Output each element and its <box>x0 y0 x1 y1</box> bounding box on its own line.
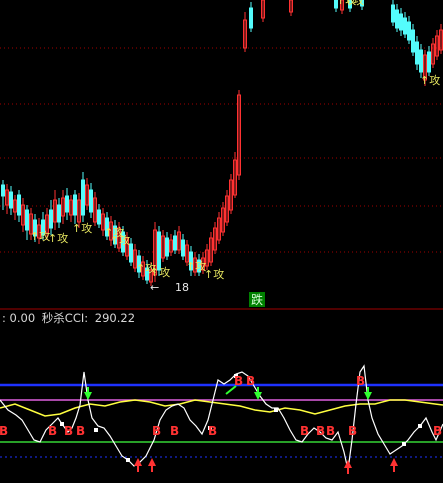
attack-signal-label: ↑攻 <box>150 265 170 279</box>
cci-marker <box>418 424 422 428</box>
candle-body <box>415 41 419 65</box>
buy-b-label: B <box>64 424 73 438</box>
buy-b-label: B <box>300 424 309 438</box>
candle-body <box>9 191 13 209</box>
diagonal-arrow-icon <box>225 385 237 395</box>
buy-b-label: B <box>170 424 179 438</box>
attack-signal-label: ↑攻 <box>48 231 68 245</box>
attack-signal-label: ↑攻 <box>204 267 224 281</box>
fall-badge: 跌 <box>249 292 265 307</box>
buy-b-label: B <box>433 424 442 438</box>
min-price-label: 18 <box>175 281 189 294</box>
min-price-arrow-icon: ← <box>150 281 159 294</box>
cci-marker <box>402 442 406 446</box>
up-arrow-icon <box>148 458 156 466</box>
indicator-name: 秒杀CCI: <box>41 311 89 325</box>
attack-signal-label: ↑攻 <box>344 0 364 7</box>
buy-b-label: B <box>348 424 357 438</box>
indicator-value: 290.22 <box>94 311 136 325</box>
cci-marker <box>94 428 98 432</box>
candle-body <box>1 184 5 197</box>
down-arrow-icon <box>84 392 92 400</box>
down-arrow-icon <box>364 392 372 400</box>
attack-signal-label: ↑攻 <box>110 233 130 247</box>
buy-b-label: B <box>76 424 85 438</box>
buy-b-label: B <box>208 424 217 438</box>
candle-body <box>399 13 403 31</box>
candle-body <box>73 194 77 216</box>
candle-body <box>17 194 21 216</box>
cci-white-line <box>0 364 443 471</box>
candle-body <box>173 235 177 251</box>
candle-body <box>411 29 415 53</box>
cci-marker <box>274 408 278 412</box>
candle-body <box>181 239 185 257</box>
candle-body <box>249 7 253 29</box>
candle-body <box>65 195 69 213</box>
buy-b-label: B <box>246 374 255 388</box>
attack-signal-label: ↑攻 <box>420 73 440 87</box>
stock-chart[interactable]: ↑攻↑攻↑攻 ↑攻↑攻↑攻↑攻 ↑攻↑攻↑攻↑攻↑攻 18 ← 跌 B B B B B B BB… <box>0 0 443 483</box>
attack-signal-label: ↑攻 <box>72 221 92 235</box>
candle-body <box>407 21 411 41</box>
candle-body <box>165 237 169 257</box>
buy-b-label: B <box>152 424 161 438</box>
candle-body <box>157 231 161 271</box>
yellow-signal-line <box>0 399 443 417</box>
candle-body <box>97 209 101 225</box>
up-arrow-icon <box>344 460 352 468</box>
buy-b-label: B <box>0 424 8 438</box>
up-arrow-icon <box>390 458 398 466</box>
info-prefix: : 0.00 <box>2 311 36 325</box>
candle-body <box>395 9 399 29</box>
down-arrow-icon <box>254 392 262 400</box>
candle-body <box>419 49 423 73</box>
indicator-panel[interactable]: B B B B B B BB BB B B BBB <box>0 364 443 474</box>
candle-body <box>89 189 93 213</box>
candle-body <box>427 51 431 73</box>
candle-body <box>57 204 61 223</box>
candle-body <box>81 179 85 216</box>
candle-body <box>391 4 395 23</box>
buy-b-label: B <box>316 424 325 438</box>
buy-b-label: B <box>326 424 335 438</box>
indicator-info-bar: : 0.00 秒杀CCI: 290.22 <box>2 311 138 325</box>
candle-body <box>403 17 407 35</box>
candle-body <box>49 209 53 229</box>
buy-b-label: B <box>48 424 57 438</box>
attack-signal-labels: ↑攻↑攻↑攻 ↑攻↑攻↑攻↑攻 ↑攻↑攻↑攻↑攻↑攻 <box>30 0 440 281</box>
buy-b-label: B <box>356 374 365 388</box>
cci-marker <box>126 458 130 462</box>
candle-body <box>25 209 29 231</box>
fall-badge-label: 跌 <box>251 292 263 307</box>
